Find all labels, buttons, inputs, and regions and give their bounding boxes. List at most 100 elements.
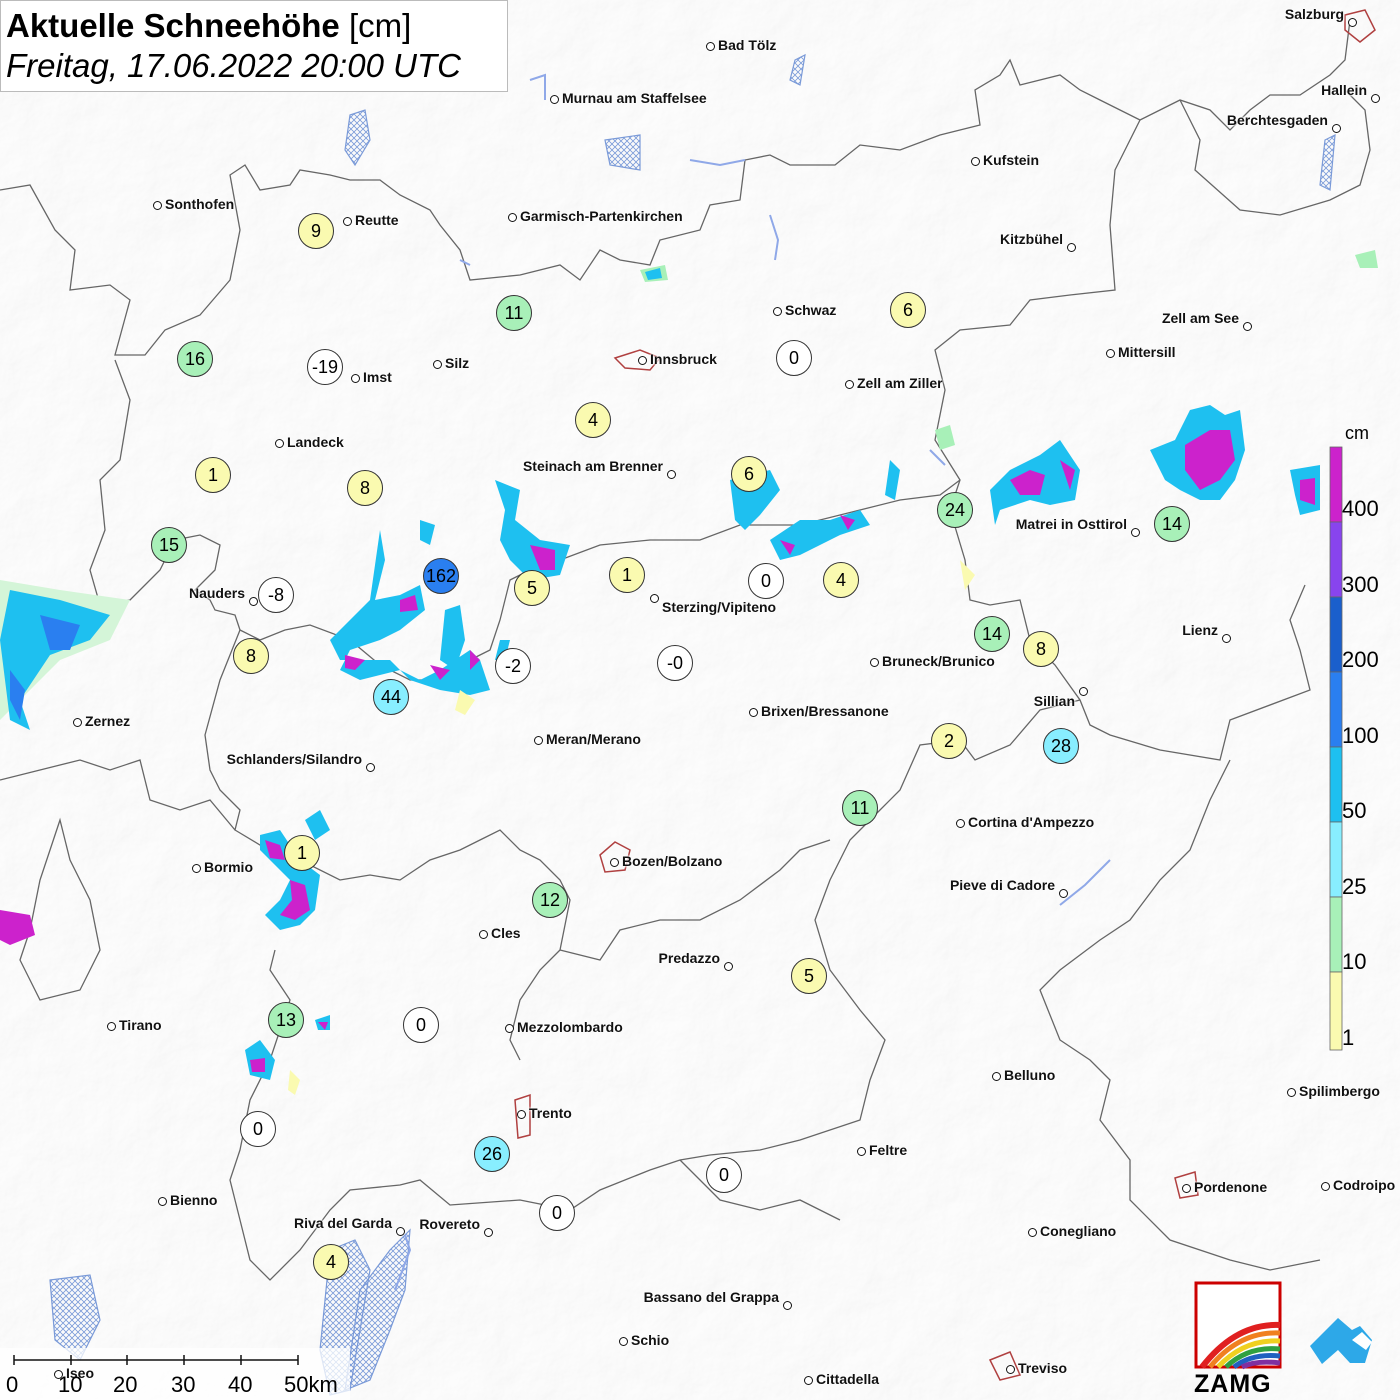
city-marker	[1182, 1184, 1191, 1193]
city-marker	[773, 307, 782, 316]
city-marker	[275, 439, 284, 448]
city-label: Garmisch-Partenkirchen	[520, 208, 683, 224]
station-snow-depth: 0	[776, 340, 812, 376]
station-snow-depth: 16	[177, 341, 213, 377]
city-marker	[1106, 349, 1115, 358]
station-snow-depth: 4	[575, 402, 611, 438]
scale-tick-label: 10	[58, 1372, 83, 1397]
city-label: Bozen/Bolzano	[622, 853, 723, 869]
station-snow-depth: 44	[373, 679, 409, 715]
city-label: Schlanders/Silandro	[226, 751, 362, 767]
city-marker	[351, 374, 360, 383]
city-label: Cortina d'Ampezzo	[968, 814, 1095, 830]
legend-tick-label: 10	[1342, 949, 1367, 974]
city-marker	[610, 858, 619, 867]
city-label: Nauders	[188, 585, 245, 601]
city-label: Treviso	[1018, 1360, 1068, 1376]
city-marker	[1371, 94, 1380, 103]
city-label: Pordenone	[1194, 1179, 1268, 1195]
city-marker	[505, 1024, 514, 1033]
legend-unit: cm	[1345, 423, 1369, 443]
city-label: Riva del Garda	[293, 1215, 392, 1231]
city-label: Steinach am Brenner	[522, 458, 663, 474]
city-label: Brixen/Bressanone	[761, 703, 889, 719]
rainbow-mountain-icon	[1194, 1281, 1282, 1370]
city-label: Sonthofen	[165, 196, 235, 212]
city-marker	[192, 864, 201, 873]
city-marker	[1131, 528, 1140, 537]
city-marker	[804, 1376, 813, 1385]
city-label: Imst	[363, 369, 392, 385]
station-snow-depth: 11	[842, 790, 878, 826]
station-snow-depth: 28	[1043, 728, 1079, 764]
legend-tick-label: 1	[1342, 1025, 1355, 1050]
city-label: Reutte	[355, 212, 399, 228]
city-marker	[992, 1072, 1001, 1081]
city-label: Feltre	[869, 1142, 908, 1158]
station-snow-depth: 8	[347, 470, 383, 506]
city-label: Hallein	[1321, 82, 1367, 98]
city-marker	[534, 736, 543, 745]
city-marker	[73, 718, 82, 727]
station-snow-depth: 8	[233, 638, 269, 674]
map-title: Aktuelle Schneehöhe [cm]	[6, 7, 412, 44]
station-snow-depth: 24	[937, 492, 973, 528]
city-marker	[724, 962, 733, 971]
city-marker	[158, 1197, 167, 1206]
city-marker	[508, 213, 517, 222]
station-snow-depth: 1	[284, 835, 320, 871]
station-snow-depth: 0	[240, 1111, 276, 1147]
city-label: Berchtesgaden	[1226, 112, 1328, 128]
scale-tick-label: 20	[113, 1372, 138, 1397]
city-label: Matrei in Osttirol	[1015, 516, 1127, 532]
city-label: Spilimbergo	[1299, 1083, 1380, 1099]
city-marker	[1028, 1228, 1037, 1237]
station-snow-depth: -2	[495, 648, 531, 684]
city-marker	[517, 1110, 526, 1119]
city-label: Kitzbühel	[1000, 231, 1063, 247]
station-snow-depth: -8	[258, 577, 294, 613]
station-snow-depth: 9	[298, 213, 334, 249]
city-marker	[153, 201, 162, 210]
city-label: Bruneck/Brunico	[882, 653, 995, 669]
station-snow-depth: 162	[423, 558, 459, 594]
city-marker	[845, 380, 854, 389]
city-marker	[1222, 634, 1231, 643]
station-snow-depth: -0	[657, 645, 693, 681]
city-label: Rovereto	[419, 1216, 480, 1232]
legend-tick-label: 25	[1342, 874, 1367, 899]
city-label: Conegliano	[1040, 1223, 1117, 1239]
map-datetime: Freitag, 17.06.2022 20:00 UTC	[6, 47, 461, 84]
station-snow-depth: 13	[268, 1002, 304, 1038]
city-marker	[1059, 889, 1068, 898]
city-marker	[1287, 1088, 1296, 1097]
station-snow-depth: 11	[496, 295, 532, 331]
city-label: Murnau am Staffelsee	[562, 90, 707, 106]
city-marker	[1243, 322, 1252, 331]
city-label: Mittersill	[1118, 344, 1176, 360]
legend-tick-label: 100	[1342, 723, 1379, 748]
city-label: Pieve di Cadore	[949, 877, 1055, 893]
city-marker	[706, 42, 715, 51]
city-marker	[956, 819, 965, 828]
city-label: Schio	[631, 1332, 670, 1348]
city-label: Trento	[529, 1105, 572, 1121]
station-snow-depth: 1	[609, 557, 645, 593]
city-label: Codroipo	[1333, 1177, 1396, 1193]
city-label: Salzburg	[1284, 6, 1344, 22]
legend-tick-label: 300	[1342, 572, 1379, 597]
station-snow-depth: 0	[539, 1195, 575, 1231]
city-label: Predazzo	[658, 950, 720, 966]
city-label: Sterzing/Vipiteno	[662, 599, 777, 615]
station-snow-depth: 4	[313, 1244, 349, 1280]
city-marker	[1332, 124, 1341, 133]
city-marker	[1006, 1365, 1015, 1374]
city-label: Cles	[491, 925, 521, 941]
city-marker	[107, 1022, 116, 1031]
city-marker	[667, 470, 676, 479]
scale-tick-label: 0	[6, 1372, 19, 1397]
station-snow-depth: 14	[974, 616, 1010, 652]
station-snow-depth: 12	[532, 882, 568, 918]
station-snow-depth: 5	[791, 958, 827, 994]
city-label: Bienno	[170, 1192, 218, 1208]
